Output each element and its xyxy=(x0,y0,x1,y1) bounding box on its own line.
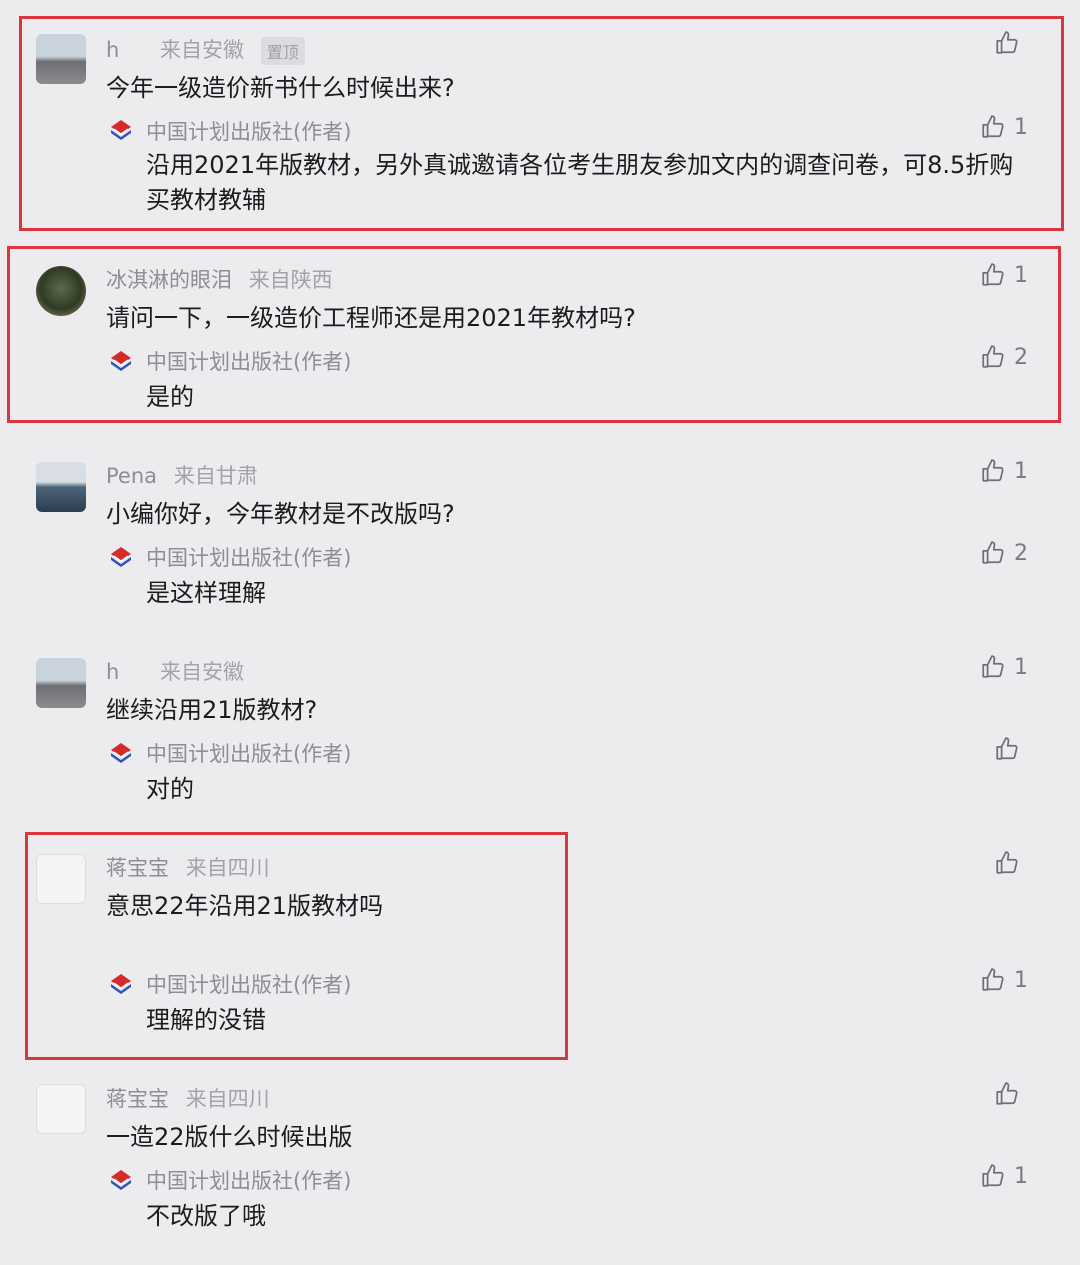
thumbs-up-icon xyxy=(980,344,1006,370)
publisher-logo-icon xyxy=(108,739,134,765)
like-count: 1 xyxy=(1014,262,1028,288)
avatar[interactable] xyxy=(36,1084,86,1134)
publisher-logo-icon xyxy=(108,970,134,996)
username[interactable]: 冰淇淋的眼泪 xyxy=(106,268,232,292)
location: 来自甘肃 xyxy=(173,464,258,488)
avatar[interactable] xyxy=(36,658,86,708)
reply-text: 是这样理解 xyxy=(146,579,266,607)
publisher-logo-icon xyxy=(108,347,134,373)
comment-text: 小编你好，今年教材是不改版吗? xyxy=(106,500,455,528)
thumbs-up-icon xyxy=(980,540,1006,566)
location: 来自安徽 xyxy=(160,660,244,684)
like-count: 1 xyxy=(1014,1163,1028,1189)
comment-meta: h 来自安徽 置顶 xyxy=(106,34,305,65)
thumbs-up-icon xyxy=(994,850,1020,876)
like-button[interactable]: 1 xyxy=(980,262,1028,288)
like-count: 1 xyxy=(1014,458,1028,484)
location: 来自四川 xyxy=(185,1087,270,1111)
pinned-badge: 置顶 xyxy=(260,37,305,65)
comment-text: 继续沿用21版教材? xyxy=(106,696,318,724)
comment-text: 意思22年沿用21版教材吗 xyxy=(106,892,384,920)
like-count: 1 xyxy=(1014,967,1028,993)
username[interactable]: h xyxy=(106,38,119,62)
thumbs-up-icon xyxy=(980,458,1006,484)
location: 来自陕西 xyxy=(248,268,333,292)
avatar[interactable] xyxy=(36,266,86,316)
reply-like-button[interactable]: 1 xyxy=(980,114,1028,140)
username[interactable]: 蒋宝宝 xyxy=(106,1087,169,1111)
comment-meta: 冰淇淋的眼泪 来自陕西 xyxy=(106,264,333,294)
thumbs-up-icon xyxy=(980,262,1006,288)
reply-text: 理解的没错 xyxy=(146,1006,266,1034)
like-count: 2 xyxy=(1014,540,1028,566)
reply-text: 不改版了哦 xyxy=(146,1202,266,1230)
publisher-logo-icon xyxy=(108,543,134,569)
avatar[interactable] xyxy=(36,854,86,904)
like-button[interactable] xyxy=(994,850,1028,876)
reply-like-button[interactable]: 1 xyxy=(980,967,1028,993)
thumbs-up-icon xyxy=(994,1081,1020,1107)
like-button[interactable]: 1 xyxy=(980,458,1028,484)
comment-meta: h 来自安徽 xyxy=(106,656,244,686)
reply-author[interactable]: 中国计划出版社(作者) xyxy=(146,116,351,146)
reply-text: 对的 xyxy=(146,775,194,803)
thumbs-up-icon xyxy=(994,30,1020,56)
reply-author[interactable]: 中国计划出版社(作者) xyxy=(146,738,351,768)
avatar[interactable] xyxy=(36,34,86,84)
like-count: 1 xyxy=(1014,654,1028,680)
comment-text: 今年一级造价新书什么时候出来? xyxy=(106,74,455,102)
reply-author[interactable]: 中国计划出版社(作者) xyxy=(146,1165,351,1195)
publisher-logo-icon xyxy=(108,1166,134,1192)
username[interactable]: 蒋宝宝 xyxy=(106,856,169,880)
like-button[interactable] xyxy=(994,1081,1028,1107)
like-button[interactable] xyxy=(994,30,1028,56)
thumbs-up-icon xyxy=(980,1163,1006,1189)
comment-meta: Pena 来自甘肃 xyxy=(106,460,258,490)
reply-like-button[interactable] xyxy=(994,736,1028,762)
thumbs-up-icon xyxy=(980,654,1006,680)
comment-text: 请问一下，一级造价工程师还是用2021年教材吗? xyxy=(106,304,636,332)
location: 来自安徽 xyxy=(160,38,244,62)
thumbs-up-icon xyxy=(980,114,1006,140)
location: 来自四川 xyxy=(185,856,270,880)
username[interactable]: h xyxy=(106,660,119,684)
reply-like-button[interactable]: 2 xyxy=(980,344,1028,370)
thumbs-up-icon xyxy=(980,967,1006,993)
reply-like-button[interactable]: 2 xyxy=(980,540,1028,566)
comment-text: 一造22版什么时候出版 xyxy=(106,1123,353,1151)
reply-author[interactable]: 中国计划出版社(作者) xyxy=(146,969,351,999)
like-count: 1 xyxy=(1014,114,1028,140)
avatar[interactable] xyxy=(36,462,86,512)
thumbs-up-icon xyxy=(994,736,1020,762)
reply-like-button[interactable]: 1 xyxy=(980,1163,1028,1189)
comment-meta: 蒋宝宝 来自四川 xyxy=(106,1083,270,1113)
publisher-logo-icon xyxy=(108,116,134,142)
username[interactable]: Pena xyxy=(106,464,157,488)
reply-text: 沿用2021年版教材，另外真诚邀请各位考生朋友参加文内的调查问卷，可8.5折购买… xyxy=(146,151,1014,214)
like-button[interactable]: 1 xyxy=(980,654,1028,680)
reply-text: 是的 xyxy=(146,383,194,411)
like-count: 2 xyxy=(1014,344,1028,370)
comment-meta: 蒋宝宝 来自四川 xyxy=(106,852,270,882)
reply-author[interactable]: 中国计划出版社(作者) xyxy=(146,346,351,376)
reply-author[interactable]: 中国计划出版社(作者) xyxy=(146,542,351,572)
